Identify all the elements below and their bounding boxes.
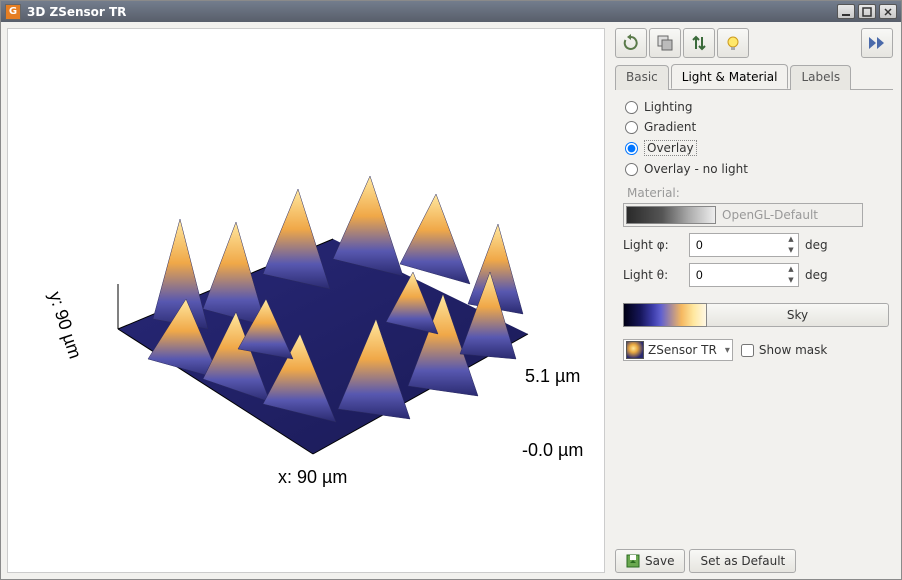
set-default-button[interactable]: Set as Default [689,549,796,573]
save-button[interactable]: Save [615,549,685,573]
material-selector[interactable]: OpenGL-Default [623,203,863,227]
light-phi-field[interactable] [690,238,784,252]
datasource-select[interactable]: ZSensor TR ▾ [623,339,733,361]
window-title: 3D ZSensor TR [27,5,834,19]
deg-label: deg [805,268,828,282]
refresh-icon [622,34,640,52]
z-min-label: -0.0 µm [522,440,583,461]
chevron-down-icon: ▾ [725,345,730,356]
side-panel: Basic Light & Material Labels Lighting G… [611,22,901,579]
tab-labels[interactable]: Labels [790,65,851,90]
radio-gradient[interactable]: Gradient [619,120,889,134]
spin-down-icon[interactable]: ▼ [784,245,798,256]
light-theta-label: Light θ: [623,268,683,282]
show-mask-checkbox[interactable]: Show mask [741,343,827,357]
app-icon: G [5,4,21,20]
colormap-button[interactable]: Sky [707,303,889,327]
layers-icon [656,34,674,52]
datasource-icon [626,341,644,359]
material-swatch [626,206,716,224]
3d-surface [88,164,533,464]
colormap-button-label: Sky [787,308,808,322]
save-button-label: Save [645,554,674,568]
show-mask-label: Show mask [759,343,827,357]
radio-lighting-label: Lighting [644,100,693,114]
toolbar [615,28,893,58]
radio-overlay-label: Overlay [644,140,697,156]
light-phi-label: Light φ: [623,238,683,252]
set-default-label: Set as Default [700,554,785,568]
spin-up-icon[interactable]: ▲ [784,264,798,275]
bottom-bar: Save Set as Default [615,545,893,573]
colormap-preview [623,303,707,327]
radio-lighting[interactable]: Lighting [619,100,889,114]
titlebar: G 3D ZSensor TR [1,1,901,22]
light-phi-input[interactable]: ▲▼ [689,233,799,257]
datasource-label: ZSensor TR [648,343,717,357]
z-max-label: 5.1 µm [525,366,580,387]
fast-forward-icon [867,35,887,51]
tabs: Basic Light & Material Labels [615,64,893,90]
light-theta-field[interactable] [690,268,784,282]
tab-light-material[interactable]: Light & Material [671,64,789,89]
material-label: Material: [623,186,889,200]
toolbar-forward-button[interactable] [861,28,893,58]
toolbar-light-button[interactable] [717,28,749,58]
spin-down-icon[interactable]: ▼ [784,275,798,286]
radio-overlay-nolight[interactable]: Overlay - no light [619,162,889,176]
arrows-vertical-icon [690,34,708,52]
tab-basic[interactable]: Basic [615,65,669,90]
radio-overlay-nolight-label: Overlay - no light [644,162,748,176]
lightbulb-icon [724,34,742,52]
light-theta-input[interactable]: ▲▼ [689,263,799,287]
radio-overlay[interactable]: Overlay [619,140,889,156]
toolbar-layers-button[interactable] [649,28,681,58]
spin-up-icon[interactable]: ▲ [784,234,798,245]
3d-viewport[interactable]: x: 90 µm y: 90 µm 5.1 µm -0.0 µm [7,28,605,573]
minimize-icon [841,7,851,17]
close-button[interactable] [879,4,897,19]
close-icon [883,7,893,17]
axis-y-label: y: 90 µm [44,289,85,361]
save-icon [626,554,640,568]
maximize-button[interactable] [858,4,876,19]
toolbar-scale-button[interactable] [683,28,715,58]
tab-content: Lighting Gradient Overlay Overlay - no l… [615,90,893,545]
toolbar-reset-button[interactable] [615,28,647,58]
deg-label: deg [805,238,828,252]
material-name: OpenGL-Default [722,208,818,222]
radio-gradient-label: Gradient [644,120,696,134]
maximize-icon [862,7,872,17]
axis-x-label: x: 90 µm [278,467,347,488]
minimize-button[interactable] [837,4,855,19]
